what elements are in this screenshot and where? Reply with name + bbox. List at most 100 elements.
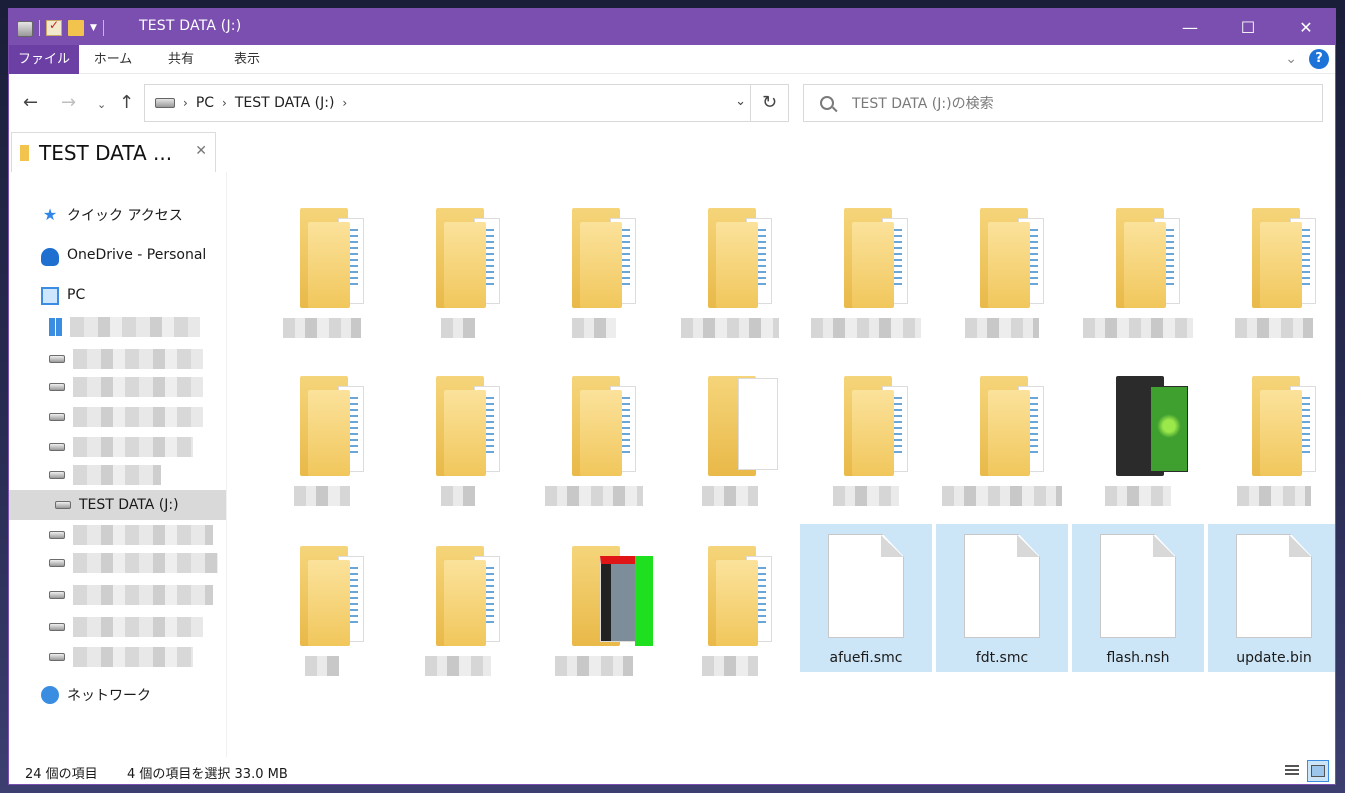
- file-view: afuefi.smc fdt.smc flash.nsh update.bin: [228, 172, 1335, 757]
- folder-item[interactable]: [528, 524, 660, 676]
- help-icon[interactable]: ?: [1309, 49, 1329, 69]
- folder-item[interactable]: [664, 524, 796, 676]
- forward-button[interactable]: →: [61, 92, 76, 113]
- folder-item[interactable]: [936, 186, 1068, 338]
- folder-item[interactable]: [392, 186, 524, 338]
- file-item[interactable]: flash.nsh: [1072, 524, 1204, 672]
- folder-item[interactable]: [800, 354, 932, 506]
- file-name: afuefi.smc: [829, 650, 903, 666]
- folder-item[interactable]: [256, 354, 388, 506]
- maximize-button[interactable]: ☐: [1219, 9, 1277, 45]
- redacted-label: [572, 318, 616, 338]
- sidebar-item-label: TEST DATA (J:): [79, 497, 179, 513]
- folder-tab-label: TEST DATA ...: [39, 140, 173, 165]
- expand-ribbon-icon[interactable]: ⌄: [1285, 51, 1297, 67]
- address-bar[interactable]: › PC › TEST DATA (J:) › ⌄ ↻: [144, 84, 789, 122]
- sidebar-item-label: クイック アクセス: [67, 208, 183, 224]
- close-tab-icon[interactable]: ✕: [195, 143, 207, 159]
- properties-icon[interactable]: [46, 18, 62, 36]
- sidebar-item-quick-access[interactable]: ★ クイック アクセス: [9, 200, 226, 230]
- sidebar-item-drive[interactable]: [9, 460, 226, 490]
- tab-home[interactable]: ホーム: [85, 45, 141, 74]
- refresh-button[interactable]: ↻: [750, 85, 788, 121]
- ribbon-tabs: ファイル ホーム 共有 表示 ⌄ ?: [9, 45, 1335, 74]
- tab-strip: TEST DATA ... ✕: [9, 132, 227, 172]
- details-view-button[interactable]: [1281, 760, 1303, 782]
- minimize-button[interactable]: —: [1161, 9, 1219, 45]
- folder-item[interactable]: [1208, 354, 1335, 506]
- file-item[interactable]: fdt.smc: [936, 524, 1068, 672]
- sidebar-item-pc[interactable]: PC: [9, 280, 226, 310]
- breadcrumb-drive[interactable]: TEST DATA (J:): [235, 95, 335, 111]
- sidebar-item-onedrive[interactable]: OneDrive - Personal: [9, 240, 226, 270]
- view-switcher: [1281, 760, 1329, 782]
- folder-item[interactable]: [1072, 186, 1204, 338]
- breadcrumb-separator[interactable]: ›: [342, 96, 347, 110]
- sidebar-item-drive[interactable]: [9, 402, 226, 432]
- file-name: fdt.smc: [975, 650, 1029, 666]
- drive-icon: [49, 559, 65, 567]
- redacted-label: [73, 437, 193, 457]
- folder-item[interactable]: [664, 354, 796, 506]
- sidebar-item-drive[interactable]: [9, 520, 226, 550]
- new-folder-icon[interactable]: [68, 19, 84, 36]
- sidebar-item-drive[interactable]: [9, 548, 226, 578]
- folder-icon: [844, 376, 918, 476]
- close-button[interactable]: ✕: [1277, 9, 1335, 45]
- folder-item[interactable]: [936, 354, 1068, 506]
- sidebar-item-drive[interactable]: [9, 580, 226, 610]
- breadcrumb-pc[interactable]: PC: [196, 95, 214, 111]
- back-button[interactable]: ←: [23, 92, 38, 113]
- folder-item[interactable]: [528, 354, 660, 506]
- redacted-label: [942, 486, 1062, 506]
- sidebar-item-drive[interactable]: [9, 612, 226, 642]
- folder-icon: [572, 208, 646, 308]
- search-box[interactable]: TEST DATA (J:)の検索: [803, 84, 1323, 122]
- large-icons-view-button[interactable]: [1307, 760, 1329, 782]
- up-button[interactable]: ↑: [119, 92, 134, 113]
- folder-icon: [1116, 208, 1190, 308]
- tab-share[interactable]: 共有: [153, 45, 209, 74]
- quick-access-toolbar: ▼: [17, 18, 104, 37]
- drive-icon: [49, 653, 65, 661]
- sidebar-item-drive[interactable]: [9, 312, 226, 342]
- folder-item[interactable]: [256, 186, 388, 338]
- sidebar-item-drive[interactable]: [9, 432, 226, 462]
- sidebar-item-drive[interactable]: [9, 642, 226, 672]
- folder-item[interactable]: [800, 186, 932, 338]
- folder-icon: [300, 546, 374, 646]
- file-item[interactable]: afuefi.smc: [800, 524, 932, 672]
- folder-item[interactable]: [528, 186, 660, 338]
- sidebar-item-label: ネットワーク: [67, 688, 151, 704]
- folder-icon: [300, 376, 374, 476]
- folder-icon: [708, 208, 782, 308]
- folder-icon: [20, 144, 29, 161]
- breadcrumb-separator[interactable]: ›: [222, 96, 227, 110]
- folder-item[interactable]: [256, 524, 388, 676]
- folder-item[interactable]: [664, 186, 796, 338]
- folder-tab[interactable]: TEST DATA ... ✕: [11, 132, 216, 172]
- sidebar-item-network[interactable]: ネットワーク: [9, 680, 226, 710]
- folder-item[interactable]: [392, 524, 524, 676]
- redacted-label: [73, 525, 213, 545]
- ribbon-right: ⌄ ?: [1285, 49, 1329, 69]
- search-input[interactable]: TEST DATA (J:)の検索: [852, 93, 994, 113]
- folder-item[interactable]: [392, 354, 524, 506]
- tab-file[interactable]: ファイル: [9, 45, 79, 74]
- file-item[interactable]: update.bin: [1208, 524, 1335, 672]
- customize-toolbar-icon[interactable]: ▼: [90, 23, 97, 33]
- navigation-bar: ← → ⌄ ↑ › PC › TEST DATA (J:) › ⌄ ↻ TEST…: [9, 74, 1335, 132]
- tab-view[interactable]: 表示: [219, 45, 275, 74]
- breadcrumb-separator[interactable]: ›: [183, 96, 188, 110]
- folder-item[interactable]: [1208, 186, 1335, 338]
- sidebar-item-drive[interactable]: [9, 344, 226, 374]
- folder-icon: [844, 208, 918, 308]
- sidebar-item-drive[interactable]: [9, 372, 226, 402]
- folder-item[interactable]: [1072, 354, 1204, 506]
- drive-icon: [49, 443, 65, 451]
- file-icon: [828, 534, 904, 638]
- sidebar-item-test-data[interactable]: TEST DATA (J:): [9, 490, 226, 520]
- address-dropdown-icon[interactable]: ⌄: [735, 94, 746, 109]
- recent-locations-button[interactable]: ⌄: [97, 98, 106, 111]
- window-title: TEST DATA (J:): [139, 18, 242, 34]
